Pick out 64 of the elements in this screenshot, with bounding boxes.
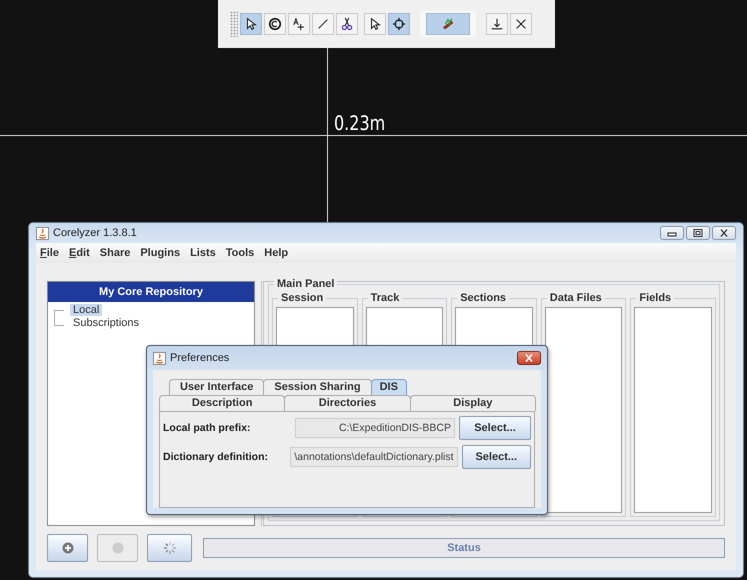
input-field[interactable]: C:\ExpeditionDIS-BBCP <box>295 418 455 438</box>
tree-lines <box>54 310 64 326</box>
select-button[interactable]: Select... <box>459 416 531 440</box>
select-button[interactable]: Select... <box>462 445 531 469</box>
input-field[interactable]: \annotations\defaultDictionary.plist <box>290 447 458 467</box>
panel-header: My Core Repository <box>48 282 254 302</box>
window-title: Corelyzer 1.3.8.1 <box>53 227 137 239</box>
status-bar: Status <box>203 538 725 558</box>
tool-button[interactable] <box>312 13 334 35</box>
menu-item[interactable]: Tools <box>222 247 260 259</box>
menu-item[interactable]: Help <box>260 247 294 259</box>
drag-grip[interactable] <box>230 11 238 37</box>
measurement-label: 0.23m <box>334 111 386 135</box>
menu-item[interactable]: File <box>36 247 65 259</box>
crosshair-icon <box>392 17 406 31</box>
text-add-icon <box>292 17 306 31</box>
menu-item[interactable]: Plugins <box>136 247 186 259</box>
list-title: Sections <box>457 292 510 304</box>
tool-button[interactable] <box>288 13 310 35</box>
core-sample-icon <box>441 17 455 31</box>
tree-item[interactable]: Local <box>70 304 102 316</box>
close-button[interactable] <box>712 226 736 240</box>
tab[interactable]: DIS <box>370 379 407 395</box>
tab[interactable]: Description <box>159 395 286 411</box>
pointer-icon <box>368 17 382 31</box>
tab[interactable]: User Interface <box>169 379 264 395</box>
minimize-button[interactable] <box>660 226 684 240</box>
close-button[interactable] <box>517 351 541 365</box>
menu-item[interactable]: Lists <box>186 247 222 259</box>
tool-button[interactable] <box>264 13 286 35</box>
list-title: Session <box>278 292 326 304</box>
tool-button[interactable] <box>364 13 386 35</box>
dialog-title: Preferences <box>170 352 230 364</box>
spinner-icon <box>162 541 176 555</box>
tool-button[interactable] <box>336 13 358 35</box>
menu-item[interactable]: Share <box>96 247 136 259</box>
tool-button[interactable] <box>240 13 262 35</box>
maximize-button[interactable] <box>686 226 710 240</box>
list-title: Track <box>368 292 402 304</box>
maximize-icon <box>693 229 703 237</box>
align-bottom-icon <box>490 17 504 31</box>
close-icon <box>719 229 729 237</box>
list-title: Fields <box>636 292 674 304</box>
tab[interactable]: Session Sharing <box>263 379 372 395</box>
app-icon <box>36 226 49 240</box>
tool-button[interactable] <box>388 13 410 35</box>
close-icon <box>524 354 534 362</box>
line-icon <box>316 17 330 31</box>
tool-button[interactable] <box>486 13 508 35</box>
tab[interactable]: Display <box>410 395 536 411</box>
close-icon <box>514 17 528 31</box>
list-title: Data Files <box>546 292 605 304</box>
panel-title: Main Panel <box>274 278 338 290</box>
menu-item[interactable]: Edit <box>64 247 96 259</box>
field-label: Dictionary definition: <box>163 451 269 463</box>
pointer-icon <box>244 17 258 31</box>
add-icon <box>62 542 74 554</box>
circle-icon <box>112 542 124 554</box>
tool-button[interactable] <box>510 13 532 35</box>
field-label: Local path prefix: <box>163 422 252 434</box>
dialog-icon <box>153 352 166 364</box>
tree-item[interactable]: Subscriptions <box>70 317 142 329</box>
scissors-icon <box>340 17 354 31</box>
copyright-icon <box>268 17 282 31</box>
